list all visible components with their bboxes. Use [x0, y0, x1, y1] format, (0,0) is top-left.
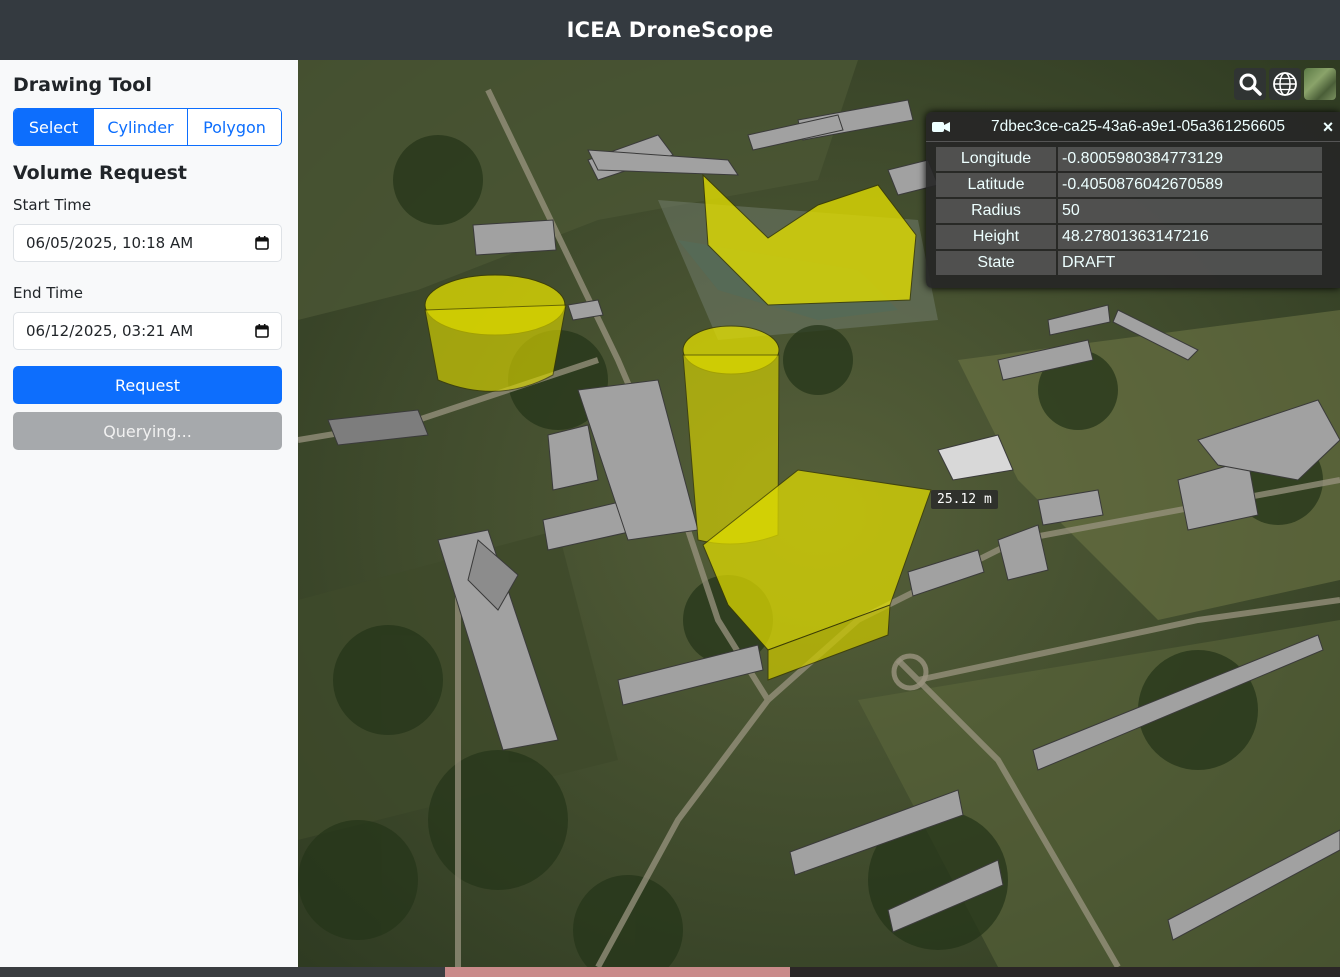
cylinder-mode-button[interactable]: Cylinder — [94, 109, 188, 145]
properties-table: Longitude -0.8005980384773129 Latitude -0.… — [934, 145, 1324, 277]
querying-button[interactable]: Querying... — [13, 412, 282, 450]
property-value: 48.27801363147216 — [1058, 225, 1322, 249]
camera-icon[interactable] — [932, 121, 950, 133]
table-row: Latitude -0.4050876042670589 — [936, 173, 1322, 197]
strip-segment — [790, 967, 1340, 977]
table-row: Radius 50 — [936, 199, 1322, 223]
drawing-tool-group: Select Cylinder Polygon — [13, 108, 282, 146]
imagery-layer-button[interactable] — [1304, 68, 1336, 100]
drawing-tool-heading: Drawing Tool — [13, 74, 152, 96]
measurement-label: 25.12 m — [931, 490, 998, 509]
close-icon[interactable]: × — [1320, 117, 1336, 138]
table-row: State DRAFT — [936, 251, 1322, 275]
polygon-mode-button[interactable]: Polygon — [188, 109, 281, 145]
entity-infobox: 7dbec3ce-ca25-43a6-a9e1-05a361256605 × L… — [926, 112, 1340, 288]
app-title: ICEA DroneScope — [566, 18, 774, 42]
calendar-icon[interactable] — [255, 324, 269, 338]
end-time-input[interactable]: 06/12/2025, 03:21 AM — [13, 312, 282, 350]
start-time-value: 06/05/2025, 10:18 AM — [26, 234, 194, 252]
infobox-header: 7dbec3ce-ca25-43a6-a9e1-05a361256605 × — [926, 112, 1340, 142]
select-mode-button[interactable]: Select — [14, 109, 94, 145]
bottom-strip — [0, 967, 1340, 977]
property-key: State — [936, 251, 1056, 275]
app-header: ICEA DroneScope — [0, 0, 1340, 60]
scene-mode-button[interactable] — [1269, 68, 1301, 100]
property-value: 50 — [1058, 199, 1322, 223]
property-key: Height — [936, 225, 1056, 249]
request-button[interactable]: Request — [13, 366, 282, 404]
property-value: DRAFT — [1058, 251, 1322, 275]
property-value: -0.4050876042670589 — [1058, 173, 1322, 197]
property-key: Longitude — [936, 147, 1056, 171]
sidebar: Drawing Tool Select Cylinder Polygon Vol… — [0, 60, 298, 967]
search-button[interactable] — [1234, 68, 1266, 100]
property-key: Latitude — [936, 173, 1056, 197]
strip-segment — [0, 967, 445, 977]
start-time-input[interactable]: 06/05/2025, 10:18 AM — [13, 224, 282, 262]
map-toolbar — [1234, 68, 1336, 100]
table-row: Height 48.27801363147216 — [936, 225, 1322, 249]
end-time-label: End Time — [13, 284, 83, 302]
start-time-label: Start Time — [13, 196, 92, 214]
map-viewer[interactable]: 7dbec3ce-ca25-43a6-a9e1-05a361256605 × L… — [298, 60, 1340, 967]
end-time-value: 06/12/2025, 03:21 AM — [26, 322, 194, 340]
globe-icon — [1273, 72, 1297, 96]
strip-segment — [445, 967, 790, 977]
search-icon — [1239, 73, 1262, 96]
calendar-icon[interactable] — [255, 236, 269, 250]
volume-request-heading: Volume Request — [13, 162, 187, 184]
infobox-title: 7dbec3ce-ca25-43a6-a9e1-05a361256605 — [991, 117, 1285, 135]
property-key: Radius — [936, 199, 1056, 223]
property-value: -0.8005980384773129 — [1058, 147, 1322, 171]
table-row: Longitude -0.8005980384773129 — [936, 147, 1322, 171]
